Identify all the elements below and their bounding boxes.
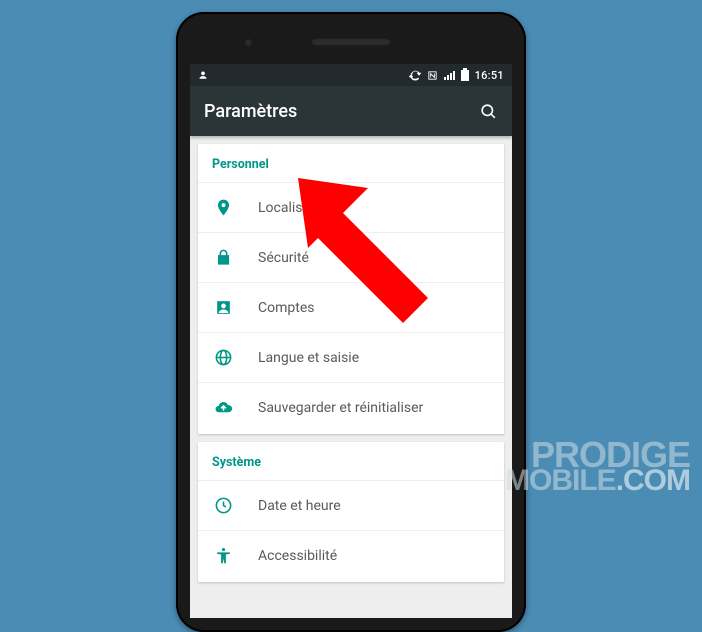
- row-label: Sauvegarder et réinitialiser: [258, 400, 423, 416]
- section-header-systeme: Système: [198, 442, 504, 480]
- section-header-personnel: Personnel: [198, 144, 504, 182]
- location-icon: [212, 197, 234, 219]
- settings-row-localisation[interactable]: Localisation: [198, 182, 504, 232]
- nfc-icon: [427, 70, 438, 81]
- row-label: Langue et saisie: [258, 350, 359, 366]
- watermark-line2: MOBILE.COM: [505, 469, 690, 494]
- row-label: Localisation: [258, 200, 334, 216]
- phone-frame: 16:51 Paramètres Personnel Localisation: [176, 12, 526, 632]
- settings-row-comptes[interactable]: Comptes: [198, 282, 504, 332]
- settings-row-securite[interactable]: Sécurité: [198, 232, 504, 282]
- accessibility-icon: [212, 545, 234, 567]
- search-icon[interactable]: [479, 102, 498, 121]
- settings-content: Personnel Localisation Sécurité: [190, 136, 512, 618]
- clock-icon: [212, 495, 234, 517]
- camera-dot: [244, 38, 253, 47]
- status-time: 16:51: [475, 69, 504, 82]
- settings-row-langue[interactable]: Langue et saisie: [198, 332, 504, 382]
- row-label: Sécurité: [258, 250, 309, 266]
- watermark-line1: PRODIGE: [505, 440, 690, 470]
- section-personnel: Personnel Localisation Sécurité: [198, 144, 504, 434]
- status-bar: 16:51: [190, 64, 512, 86]
- earpiece: [311, 38, 391, 46]
- row-label: Accessibilité: [258, 548, 337, 564]
- app-bar: Paramètres: [190, 86, 512, 136]
- lock-icon: [212, 247, 234, 269]
- screen: 16:51 Paramètres Personnel Localisation: [190, 64, 512, 618]
- settings-row-date-heure[interactable]: Date et heure: [198, 480, 504, 530]
- signal-icon: [444, 70, 455, 80]
- settings-row-accessibilite[interactable]: Accessibilité: [198, 530, 504, 580]
- watermark: PRODIGE MOBILE.COM: [505, 440, 690, 494]
- user-icon: [198, 70, 208, 80]
- backup-icon: [212, 397, 234, 419]
- battery-icon: [461, 70, 469, 81]
- sync-icon: [409, 69, 421, 81]
- section-systeme: Système Date et heure Accessibilité: [198, 442, 504, 582]
- account-icon: [212, 297, 234, 319]
- app-bar-title: Paramètres: [204, 101, 479, 122]
- row-label: Comptes: [258, 300, 314, 316]
- settings-row-sauvegarder[interactable]: Sauvegarder et réinitialiser: [198, 382, 504, 432]
- language-icon: [212, 347, 234, 369]
